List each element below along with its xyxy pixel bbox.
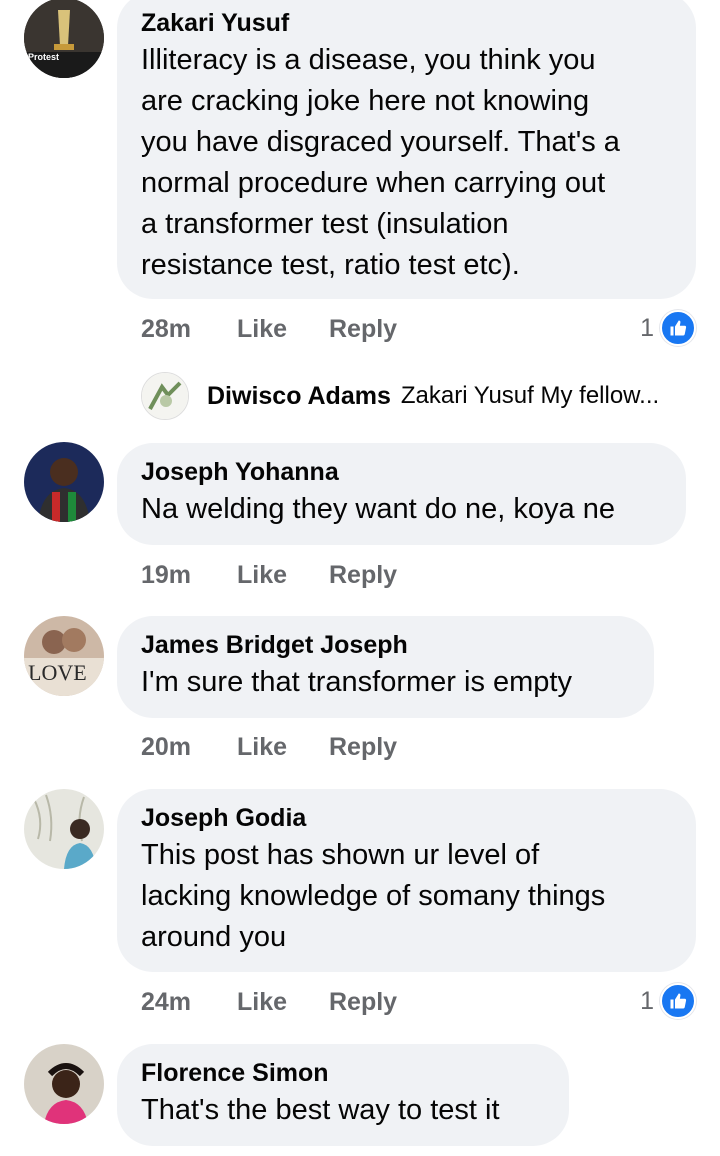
svg-text:Protest: Protest	[28, 52, 59, 62]
reaction-count: 1	[640, 986, 654, 1015]
avatar	[141, 372, 189, 420]
comment-time[interactable]: 28m	[141, 315, 237, 344]
avatar[interactable]: Protest	[24, 0, 104, 78]
comment-text-line: This post has shown ur level of	[141, 839, 540, 871]
reply-button[interactable]: Reply	[329, 315, 397, 344]
comment-bubble[interactable]: James Bridget Joseph I'm sure that trans…	[117, 616, 654, 718]
comment-bubble[interactable]: Zakari Yusuf Illiteracy is a disease, yo…	[117, 0, 696, 299]
comment-actions: 19m Like Reply	[141, 558, 397, 592]
comment-actions: 28m Like Reply	[141, 312, 397, 346]
comment-bubble[interactable]: Joseph Godia This post has shown ur leve…	[117, 789, 696, 972]
comment-text-line: normal procedure when carrying out	[141, 167, 606, 199]
avatar-image: LOVE	[24, 616, 104, 696]
comment-actions: 20m Like Reply	[141, 730, 397, 764]
avatar[interactable]: LOVE	[24, 616, 104, 696]
reply-button[interactable]: Reply	[329, 988, 397, 1017]
reply-author[interactable]: Diwisco Adams	[207, 382, 391, 411]
comment-text-line: lacking knowledge of somany things	[141, 880, 606, 912]
reaction-summary[interactable]: 1	[640, 310, 696, 346]
comment-author[interactable]: Zakari Yusuf	[141, 8, 672, 38]
comment-author[interactable]: Joseph Yohanna	[141, 457, 662, 487]
reply-snippet: Zakari Yusuf My fellow...	[400, 382, 660, 409]
comment-text-line: That's the best way to test it	[141, 1094, 500, 1126]
comment-text-line: Illiteracy is a disease, you think you	[141, 44, 596, 76]
comment-text-line: you have disgraced yourself. That's a	[141, 126, 620, 158]
comment-text-line: a transformer test (insulation	[141, 208, 509, 240]
avatar-image	[142, 373, 188, 419]
like-button[interactable]: Like	[237, 561, 329, 590]
avatar[interactable]	[24, 442, 104, 522]
comment-bubble[interactable]: Joseph Yohanna Na welding they want do n…	[117, 443, 686, 545]
like-button[interactable]: Like	[237, 988, 329, 1017]
avatar-image	[24, 1044, 104, 1124]
comment-time[interactable]: 19m	[141, 561, 237, 590]
avatar[interactable]	[24, 789, 104, 869]
comment-author[interactable]: Florence Simon	[141, 1058, 545, 1088]
reaction-summary[interactable]: 1	[640, 983, 696, 1019]
comment-text-line: I'm sure that transformer is empty	[141, 666, 572, 698]
thumbs-up-icon	[660, 310, 696, 346]
thumbs-up-icon	[660, 983, 696, 1019]
comment-text-line: around you	[141, 921, 287, 953]
avatar[interactable]	[24, 1044, 104, 1124]
comment-time[interactable]: 24m	[141, 988, 237, 1017]
reply-button[interactable]: Reply	[329, 561, 397, 590]
svg-text:LOVE: LOVE	[28, 660, 87, 685]
comment-actions: 24m Like Reply	[141, 985, 397, 1019]
comment-author[interactable]: Joseph Godia	[141, 803, 672, 833]
like-button[interactable]: Like	[237, 733, 329, 762]
comment-text-line: resistance test, ratio test etc).	[141, 249, 520, 281]
avatar-image	[24, 442, 104, 522]
like-button[interactable]: Like	[237, 315, 329, 344]
comment-text-line: are cracking joke here not knowing	[141, 85, 590, 117]
reply-button[interactable]: Reply	[329, 733, 397, 762]
comment-bubble[interactable]: Florence Simon That's the best way to te…	[117, 1044, 569, 1146]
reaction-count: 1	[640, 313, 654, 342]
comment-author[interactable]: James Bridget Joseph	[141, 630, 630, 660]
comment-time[interactable]: 20m	[141, 733, 237, 762]
avatar-image: Protest	[24, 0, 104, 78]
reply-preview[interactable]: Diwisco Adams Zakari Yusuf My fellow...	[141, 372, 659, 420]
avatar-image	[24, 789, 104, 869]
comment-text-line: Na welding they want do ne, koya ne	[141, 493, 615, 525]
